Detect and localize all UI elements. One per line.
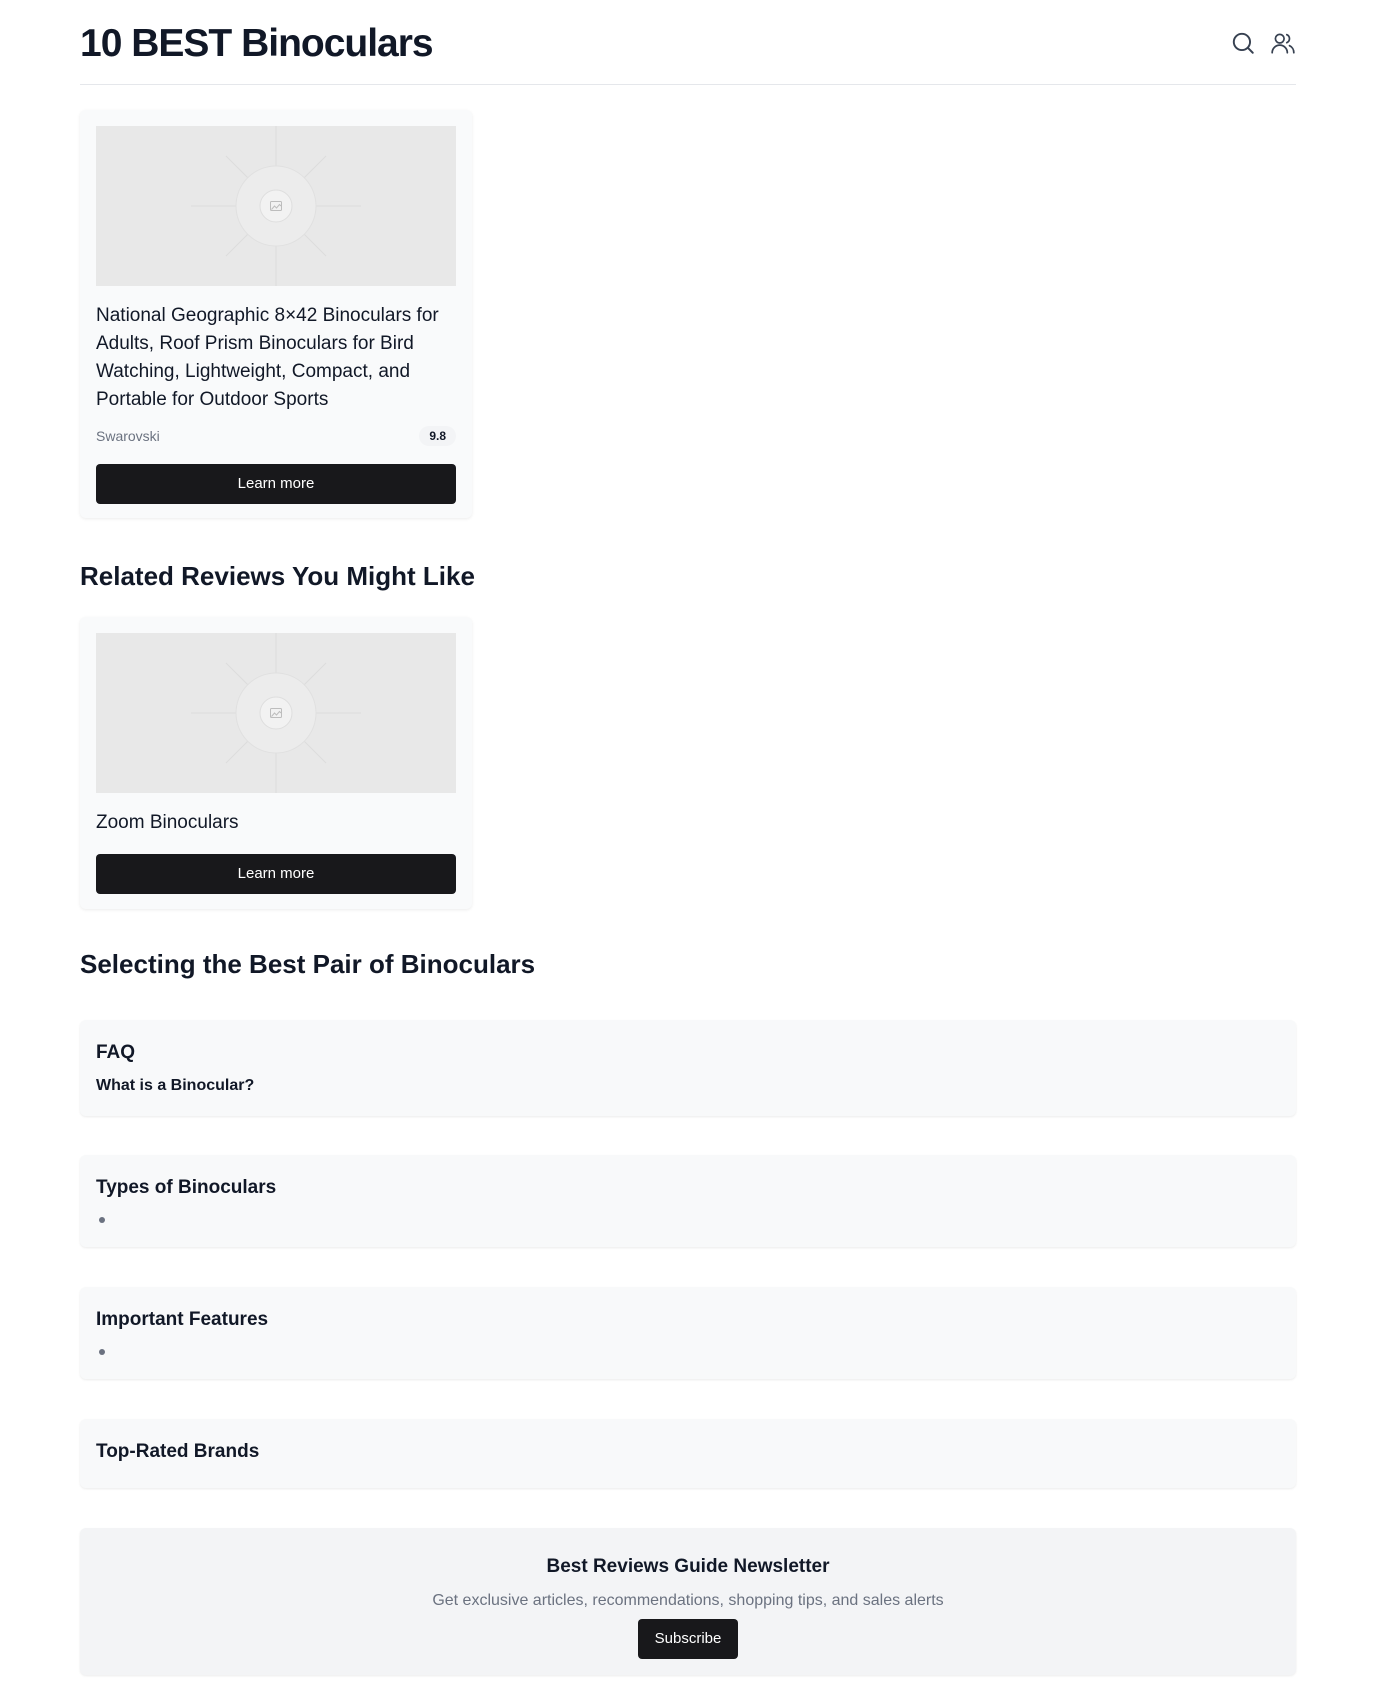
faq-question[interactable]: What is a Binocular? [96,1075,254,1097]
page-title: 10 BEST Binoculars [80,22,434,65]
newsletter-text: Get exclusive articles, recommendations,… [432,1592,944,1609]
related-title: Zoom Binoculars [96,812,239,833]
newsletter-title: Best Reviews Guide Newsletter [546,1556,830,1577]
product-brand: Swarovski [96,428,160,444]
brands-title: Top-Rated Brands [96,1441,260,1462]
brands-section: Top-Rated Brands [80,1419,1296,1488]
product-image [96,126,456,286]
faq-title: FAQ [96,1042,136,1063]
product-card: National Geographic 8×42 Binoculars for … [80,110,472,518]
list-bullet [99,1217,105,1223]
subscribe-button[interactable]: Subscribe [638,1619,738,1659]
page: 10 BEST Binoculars National Geographic 8… [0,0,1376,1700]
learn-more-button[interactable]: Learn more [96,854,456,894]
related-card: Zoom Binoculars Learn more [80,617,472,909]
related-heading: Related Reviews You Might Like [80,561,475,591]
features-section: Important Features [80,1287,1296,1379]
newsletter-box: Best Reviews Guide Newsletter Get exclus… [80,1528,1296,1675]
site-header: 10 BEST Binoculars [80,0,1296,85]
related-image [96,633,456,793]
image-placeholder-icon [191,126,361,286]
users-icon[interactable] [1270,30,1296,56]
product-meta: Swarovski 9.8 [96,426,456,448]
types-section: Types of Binoculars [80,1155,1296,1247]
list-bullet [99,1349,105,1355]
faq-section: FAQ What is a Binocular? [80,1020,1296,1116]
types-title: Types of Binoculars [96,1177,277,1198]
product-title: National Geographic 8×42 Binoculars for … [96,305,439,410]
search-icon[interactable] [1230,30,1256,56]
guide-heading: Selecting the Best Pair of Binoculars [80,949,536,979]
features-title: Important Features [96,1309,269,1330]
rating-badge: 9.8 [419,426,456,446]
header-actions [1230,30,1296,56]
learn-more-button[interactable]: Learn more [96,464,456,504]
image-placeholder-icon [191,633,361,793]
